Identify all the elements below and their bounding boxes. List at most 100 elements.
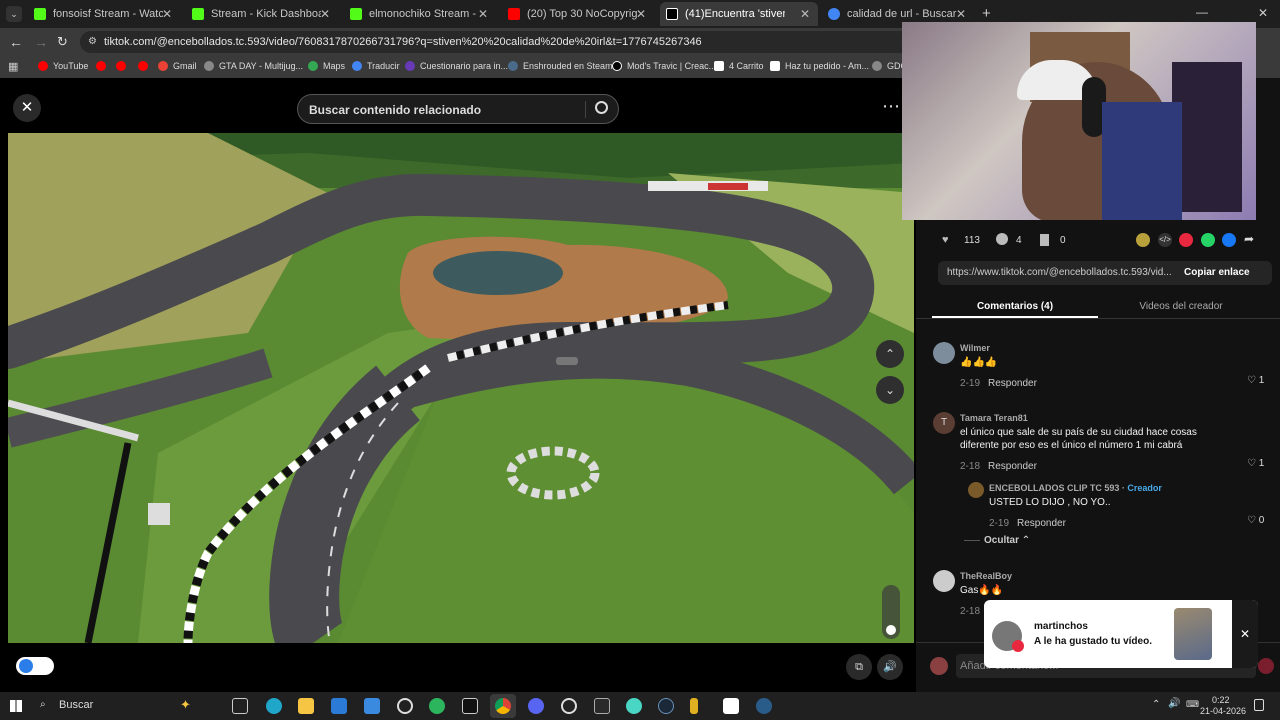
apps-icon[interactable]: ▦ — [8, 60, 18, 73]
reply-button[interactable]: Responder — [1017, 518, 1066, 529]
tab-elmonochiko[interactable]: elmonochiko Stream - Watch Live ✕ — [344, 2, 496, 26]
comment-like-count[interactable]: ♡ 0 — [1247, 515, 1264, 526]
bookmark-gta[interactable]: GTA DAY - Multijug... — [204, 61, 303, 71]
avatar[interactable] — [933, 570, 955, 592]
forward-icon[interactable]: → — [34, 34, 48, 50]
volume-button[interactable]: 🔊 — [877, 654, 903, 680]
bookmark-carrito[interactable]: 4 Carrito — [714, 61, 764, 71]
comment-like-count[interactable]: ♡ 1 — [1247, 458, 1264, 469]
like-notification-toast[interactable]: martinchos A le ha gustado tu vídeo. ✕ — [984, 600, 1258, 668]
tab-creator-videos[interactable]: Videos del creador — [1098, 296, 1264, 314]
url-input[interactable]: ⚙ tiktok.com/@encebollados.tc.593/video/… — [80, 31, 940, 53]
tab-kick-dashboard[interactable]: Stream - Kick Dashboard ✕ — [186, 2, 338, 26]
capcut-icon[interactable] — [462, 698, 478, 714]
app-yellow-icon[interactable] — [690, 698, 698, 714]
facebook-icon[interactable] — [1222, 233, 1236, 247]
post-comment-icon[interactable] — [1258, 658, 1274, 674]
bookmark-gmail[interactable]: Gmail — [158, 61, 197, 71]
taskbar-search-box[interactable]: ⌕ Buscar ✦ — [32, 696, 218, 716]
bookmark-maps[interactable]: Maps — [308, 61, 345, 71]
copy-link-button[interactable]: Copiar enlace — [1184, 267, 1250, 278]
bookmark-icon[interactable] — [1040, 234, 1049, 246]
bookmark-yt-3[interactable] — [138, 61, 153, 71]
next-video-button[interactable]: ⌄ — [876, 376, 904, 404]
share-coin-icon[interactable] — [1136, 233, 1150, 247]
search-icon[interactable] — [595, 101, 608, 114]
discord-icon[interactable] — [528, 698, 544, 714]
close-icon[interactable]: ✕ — [478, 7, 488, 21]
video-link-box[interactable]: https://www.tiktok.com/@encebollados.tc.… — [938, 261, 1272, 285]
loop-toggle[interactable] — [16, 657, 54, 675]
close-icon[interactable]: ✕ — [162, 7, 172, 21]
speaker-icon[interactable]: 🔊 — [1168, 698, 1180, 709]
bookmark-mods-travic[interactable]: Mod's Travic | Creac... — [612, 61, 716, 71]
tab-search-button[interactable]: ⌄ — [6, 6, 22, 22]
capcut-alt-icon[interactable] — [723, 698, 739, 714]
back-icon[interactable]: ← — [9, 34, 23, 50]
like-button[interactable]: ♥ — [942, 234, 949, 246]
close-video-button[interactable]: ✕ — [13, 94, 41, 122]
clock-date[interactable]: 21-04-2026 — [1200, 706, 1246, 716]
bookmark-yt-1[interactable] — [96, 61, 111, 71]
reply-button[interactable]: Responder — [988, 461, 1037, 472]
avatar[interactable] — [933, 342, 955, 364]
embed-icon[interactable]: </> — [1158, 233, 1172, 247]
comment-author[interactable]: ENCEBOLLADOS CLIP TC 593 — [989, 483, 1119, 493]
file-explorer-icon[interactable] — [298, 698, 314, 714]
bookmark-cuestionario[interactable]: Cuestionario para in... — [405, 61, 508, 71]
bookmark-yt-2[interactable] — [116, 61, 131, 71]
whatsapp-icon[interactable] — [1201, 233, 1215, 247]
more-options-icon[interactable]: ⋯ — [882, 96, 900, 117]
close-icon[interactable]: ✕ — [320, 7, 330, 21]
app-green-icon[interactable] — [429, 698, 445, 714]
bookmark-enshrouded[interactable]: Enshrouded en Steam — [508, 61, 613, 71]
avatar[interactable] — [968, 482, 984, 498]
mail-icon[interactable] — [331, 698, 347, 714]
app-teal-icon[interactable] — [626, 698, 642, 714]
bookmark-pedido[interactable]: Haz tu pedido - Am... — [770, 61, 869, 71]
settings-icon[interactable] — [397, 698, 413, 714]
close-icon[interactable]: ✕ — [800, 7, 810, 21]
send-icon[interactable] — [1179, 233, 1193, 247]
site-info-icon[interactable]: ⚙ — [88, 31, 97, 53]
picture-in-picture-button[interactable]: ⧉ — [846, 654, 872, 680]
volume-slider[interactable] — [882, 585, 900, 639]
notification-thumbnail[interactable] — [1174, 608, 1212, 660]
obs-icon[interactable] — [561, 698, 577, 714]
clock-time[interactable]: 0:22 — [1212, 695, 1230, 705]
steam-alt-icon[interactable] — [756, 698, 772, 714]
comment-icon[interactable] — [996, 233, 1008, 245]
close-icon[interactable]: ✕ — [636, 7, 646, 21]
steam-icon[interactable] — [658, 698, 674, 714]
tray-chevron-icon[interactable]: ⌃ — [1152, 699, 1160, 710]
comment-author[interactable]: Tamara Teran81 — [960, 413, 1230, 423]
comment-like-count[interactable]: ♡ 1 — [1247, 375, 1264, 386]
new-tab-icon[interactable]: + — [982, 5, 991, 22]
avatar[interactable]: T — [933, 412, 955, 434]
previous-video-button[interactable]: ⌃ — [876, 340, 904, 368]
bookmark-traducir[interactable]: Traducir — [352, 61, 400, 71]
hide-replies-button[interactable]: Ocultar ⌃ — [964, 535, 1030, 546]
comment-author[interactable]: TheRealBoy — [960, 571, 1160, 581]
windows-start-icon[interactable] — [10, 700, 22, 712]
store-icon[interactable] — [364, 698, 380, 714]
close-window-icon[interactable]: ✕ — [1258, 6, 1268, 20]
related-search-input[interactable]: Buscar contenido relacionado — [297, 94, 619, 124]
bookmark-youtube[interactable]: YouTube — [38, 61, 88, 71]
tab-fonsoisf[interactable]: fonsoisf Stream - Watch Live on Kick ✕ — [28, 2, 180, 26]
tab-nocopyright[interactable]: (20) Top 30 NoCopyrightSounds ✕ — [502, 2, 654, 26]
reload-icon[interactable]: ↻ — [57, 34, 68, 50]
epic-games-icon[interactable] — [594, 698, 610, 714]
task-view-icon[interactable] — [232, 698, 248, 714]
tab-comments[interactable]: Comentarios (4) — [932, 296, 1098, 314]
share-arrow-icon[interactable]: ➦ — [1244, 232, 1254, 246]
language-icon[interactable]: ⌨ — [1186, 699, 1199, 710]
volume-thumb[interactable] — [886, 625, 896, 635]
video-player[interactable] — [8, 133, 914, 643]
notifications-icon[interactable] — [1254, 699, 1264, 711]
chrome-icon[interactable] — [495, 698, 511, 714]
comment-author[interactable]: Wilmer — [960, 343, 1260, 353]
user-avatar-icon[interactable] — [930, 657, 948, 675]
edge-icon[interactable] — [266, 698, 282, 714]
close-icon[interactable]: ✕ — [956, 7, 966, 21]
